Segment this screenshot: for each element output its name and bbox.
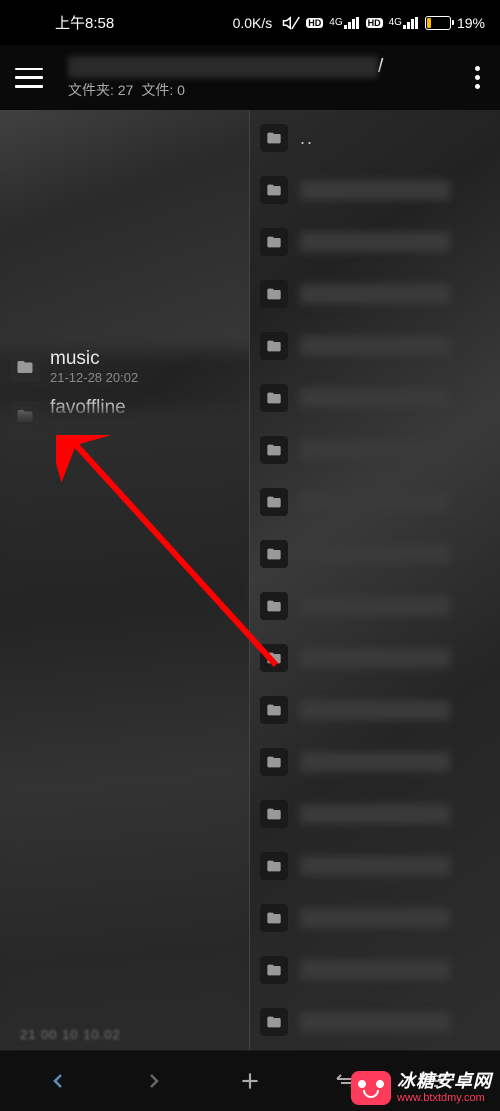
watermark: 冰糖安卓网 www.btxtdmy.com — [351, 1071, 492, 1105]
folder-icon — [260, 540, 288, 568]
path-display: / — [68, 56, 470, 78]
right-folder-item[interactable] — [256, 430, 494, 470]
battery-fill — [427, 18, 431, 28]
folder-name-blurred — [300, 440, 450, 460]
left-blurred-area-top — [0, 110, 250, 352]
folder-icon — [260, 176, 288, 204]
left-file-panel[interactable]: music 21-12-28 20:02 favoffline 21-11-28… — [0, 110, 250, 1050]
folder-name-blurred — [300, 544, 450, 564]
right-file-panel[interactable]: .. — [250, 110, 500, 1050]
folder-name-blurred — [300, 492, 450, 512]
watermark-logo — [351, 1071, 391, 1105]
folder-icon — [260, 592, 288, 620]
status-time: 上午8:58 — [15, 12, 114, 33]
folder-name-blurred — [300, 1012, 450, 1032]
signal-2: 4G — [389, 17, 419, 29]
right-folder-item[interactable] — [256, 742, 494, 782]
folder-icon — [260, 332, 288, 360]
right-folder-item[interactable] — [256, 846, 494, 886]
more-options-button[interactable] — [470, 61, 485, 94]
folder-name-blurred — [300, 232, 450, 252]
folder-name-blurred — [300, 388, 450, 408]
battery-icon — [425, 16, 451, 30]
menu-button[interactable] — [15, 68, 43, 88]
folder-stats: 文件夹: 27 文件: 0 — [68, 80, 470, 100]
folder-icon — [260, 800, 288, 828]
folder-icon — [260, 384, 288, 412]
folder-icon — [260, 748, 288, 776]
battery-percent: 19% — [457, 15, 485, 31]
folder-name-blurred — [300, 804, 450, 824]
folder-name-blurred — [300, 336, 450, 356]
net-speed: 0.0K/s — [233, 15, 273, 31]
right-folder-item[interactable] — [256, 378, 494, 418]
folder-name-blurred — [300, 284, 450, 304]
path-blurred — [68, 56, 378, 78]
hd-badge-2: HD — [366, 18, 383, 28]
left-bottom-date: 21 00 10 10.02 — [20, 1027, 121, 1042]
folder-name-blurred — [300, 960, 450, 980]
status-bar: 上午8:58 0.0K/s HD 4G HD 4G 19% — [0, 0, 500, 45]
path-suffix: / — [378, 56, 383, 78]
folder-icon — [260, 280, 288, 308]
right-folder-item[interactable] — [256, 274, 494, 314]
folder-icon — [260, 1008, 288, 1036]
folder-icon — [260, 904, 288, 932]
nav-add-button[interactable] — [225, 1056, 275, 1106]
mute-icon — [282, 14, 300, 32]
status-right-icons: 0.0K/s HD 4G HD 4G 19% — [114, 14, 485, 32]
title-area[interactable]: / 文件夹: 27 文件: 0 — [68, 56, 470, 100]
folder-icon — [260, 644, 288, 672]
folder-icon — [260, 488, 288, 516]
folder-name-blurred — [300, 908, 450, 928]
left-blurred-area-bottom — [0, 410, 250, 1051]
folder-icon — [260, 696, 288, 724]
folder-icon — [10, 352, 40, 382]
folder-item-music[interactable]: music 21-12-28 20:02 — [0, 342, 249, 391]
folder-name-blurred — [300, 752, 450, 772]
folder-name-blurred — [300, 648, 450, 668]
main-content: music 21-12-28 20:02 favoffline 21-11-28… — [0, 110, 500, 1050]
right-folder-item[interactable] — [256, 794, 494, 834]
right-folder-item[interactable] — [256, 482, 494, 522]
folder-icon — [260, 436, 288, 464]
folder-icon — [260, 124, 288, 152]
folder-name-blurred — [300, 700, 450, 720]
right-folder-item[interactable] — [256, 586, 494, 626]
signal-1: 4G — [329, 17, 359, 29]
right-folder-item[interactable] — [256, 326, 494, 366]
app-bar: / 文件夹: 27 文件: 0 — [0, 45, 500, 110]
nav-back-button[interactable] — [33, 1056, 83, 1106]
folder-icon — [260, 852, 288, 880]
right-folder-item[interactable] — [256, 222, 494, 262]
folder-name-blurred — [300, 596, 450, 616]
right-folder-item[interactable] — [256, 950, 494, 990]
right-folder-item[interactable] — [256, 170, 494, 210]
folder-icon — [260, 228, 288, 256]
right-folder-item[interactable] — [256, 898, 494, 938]
right-folder-item[interactable] — [256, 1002, 494, 1042]
folder-icon — [260, 956, 288, 984]
nav-forward-button[interactable] — [129, 1056, 179, 1106]
up-dir-label: .. — [300, 128, 314, 149]
right-folder-item[interactable] — [256, 638, 494, 678]
folder-name: music — [50, 348, 138, 370]
right-folder-item[interactable] — [256, 534, 494, 574]
folder-name-blurred — [300, 180, 450, 200]
right-folder-item[interactable] — [256, 690, 494, 730]
folder-date: 21-12-28 20:02 — [50, 370, 138, 385]
watermark-text: 冰糖安卓网 www.btxtdmy.com — [397, 1072, 492, 1104]
hd-badge-1: HD — [306, 18, 323, 28]
up-directory[interactable]: .. — [256, 118, 494, 158]
folder-name-blurred — [300, 856, 450, 876]
